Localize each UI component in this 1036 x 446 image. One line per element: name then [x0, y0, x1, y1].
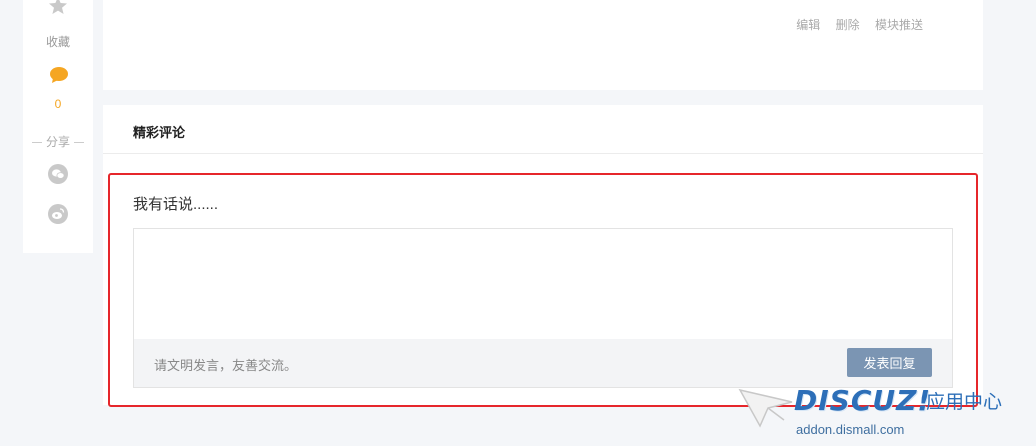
cursor-arrow-icon — [738, 388, 793, 428]
weibo-icon[interactable] — [48, 204, 68, 224]
article-actions: 编辑 删除 模块推送 — [784, 16, 923, 33]
comments-title: 精彩评论 — [133, 125, 186, 140]
divider — [31, 142, 42, 144]
delete-link[interactable]: 删除 — [836, 18, 860, 32]
wechat-icon[interactable] — [48, 164, 68, 184]
share-label-text: 分享 — [45, 135, 70, 149]
star-icon[interactable] — [48, 0, 68, 16]
share-sidebar: 收藏 0 分享 — [23, 0, 93, 253]
share-label: 分享 — [23, 133, 93, 150]
edit-link[interactable]: 编辑 — [796, 18, 820, 32]
comment-icon[interactable] — [49, 66, 69, 84]
module-push-link[interactable]: 模块推送 — [875, 18, 923, 32]
watermark: DISCUZ! 应用中心 addon.dismall.com — [738, 382, 1028, 444]
app-center-label: 应用中心 — [926, 392, 1003, 413]
divider — [74, 142, 84, 144]
article-card: 编辑 删除 模块推送 — [103, 0, 983, 90]
comment-count: 0 — [54, 97, 62, 111]
discuz-logo: DISCUZ! — [794, 384, 932, 417]
favorite-label[interactable]: 收藏 — [23, 33, 93, 50]
watermark-url: addon.dismall.com — [796, 422, 905, 437]
divider — [103, 153, 983, 154]
highlight-box — [108, 173, 978, 407]
